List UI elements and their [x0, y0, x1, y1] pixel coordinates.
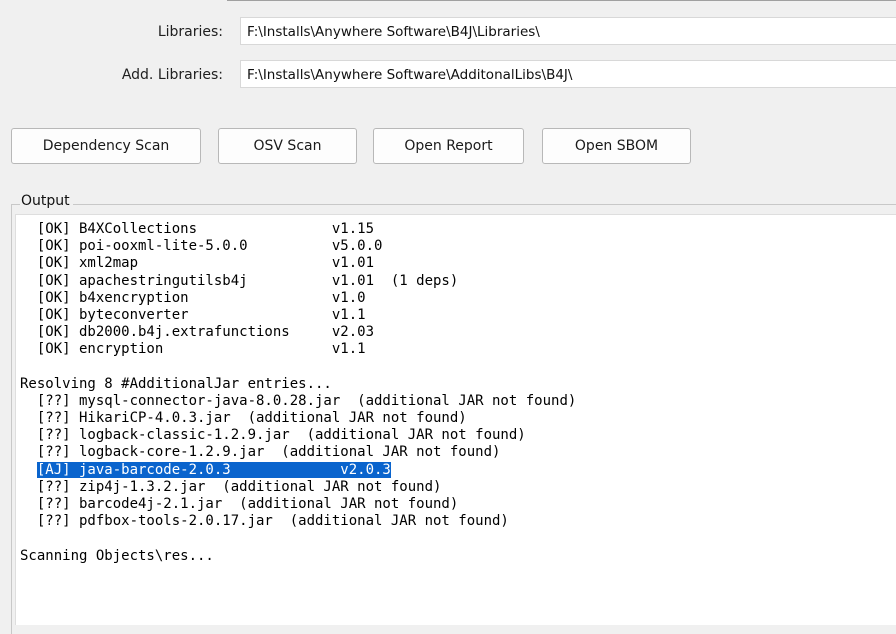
open-report-button[interactable]: Open Report — [373, 128, 524, 164]
output-line: [OK] B4XCollections v1.15 — [20, 221, 375, 237]
output-line: [OK] xml2map v1.01 — [20, 255, 375, 272]
output-line: [??] HikariCP-4.0.3.jar (additional JAR … — [20, 410, 467, 427]
output-group-title: Output — [20, 193, 73, 209]
selected-output-text: [AJ] java-barcode-2.0.3 v2.0.3 — [36, 461, 391, 478]
output-line: Scanning Objects\res... — [20, 547, 214, 564]
output-lines: [OK] B4XCollections v1.15 [OK] poi-ooxml… — [20, 221, 576, 565]
libraries-field[interactable]: F:\Installs\Anywhere Software\B4J\Librar… — [240, 17, 896, 45]
dependency-scan-button[interactable]: Dependency Scan — [11, 128, 201, 164]
add-libraries-field[interactable]: F:\Installs\Anywhere Software\AdditonalL… — [240, 60, 896, 88]
libraries-label: Libraries: — [157, 24, 223, 40]
output-line: [??] barcode4j-2.1.jar (additional JAR n… — [20, 496, 459, 512]
output-line: [OK] byteconverter v1.1 — [20, 306, 366, 323]
libraries-row: Libraries: F:\Installs\Anywhere Software… — [0, 17, 896, 47]
add-libraries-row: Add. Libraries: F:\Installs\Anywhere Sof… — [0, 60, 896, 90]
output-line: [OK] apachestringutilsb4j v1.01 (1 deps) — [20, 272, 459, 289]
output-line: [??] logback-core-1.2.9.jar (additional … — [20, 444, 501, 461]
add-libraries-label: Add. Libraries: — [121, 67, 223, 83]
output-line: [??] mysql-connector-java-8.0.28.jar (ad… — [20, 392, 577, 409]
top-divider — [227, 0, 896, 1]
output-text-area[interactable]: [OK] B4XCollections v1.15 [OK] poi-ooxml… — [15, 214, 896, 625]
output-line: [OK] db2000.b4j.extrafunctions v2.03 — [20, 324, 375, 341]
output-line: [OK] poi-ooxml-lite-5.0.0 v5.0.0 — [20, 238, 383, 255]
output-line: [OK] encryption v1.1 — [20, 341, 366, 358]
output-line: [AJ] java-barcode-2.0.3 v2.0.3 — [20, 461, 576, 479]
output-line: [??] logback-classic-1.2.9.jar (addition… — [20, 427, 526, 444]
output-line: Resolving 8 #AdditionalJar entries... — [20, 375, 332, 392]
open-sbom-button[interactable]: Open SBOM — [542, 128, 691, 164]
osv-scan-button[interactable]: OSV Scan — [218, 128, 357, 164]
output-line: [OK] b4xencryption v1.0 — [20, 289, 366, 306]
output-line: [??] pdfbox-tools-2.0.17.jar (additional… — [20, 513, 509, 530]
output-line: [??] zip4j-1.3.2.jar (additional JAR not… — [20, 478, 442, 495]
